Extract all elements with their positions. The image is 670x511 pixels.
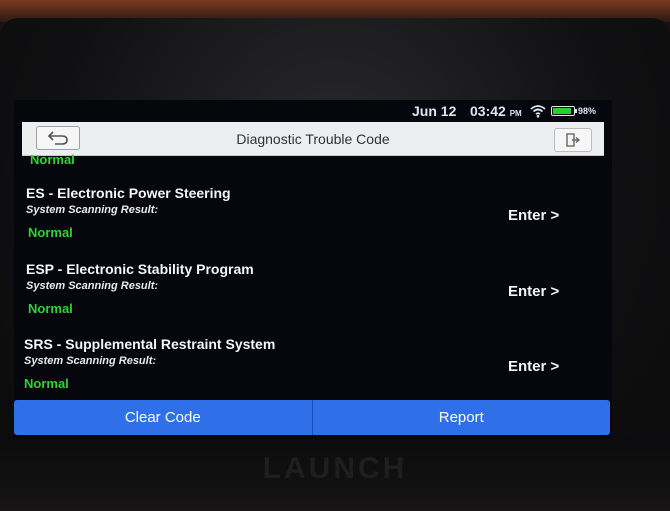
report-button[interactable]: Report	[313, 400, 611, 435]
scan-status: Normal	[28, 225, 73, 240]
page-title: Diagnostic Trouble Code	[236, 131, 390, 147]
device-screen: Jun 12 03:42 PM 98% Diagnostic Trouble C…	[14, 100, 612, 438]
battery-icon	[551, 106, 577, 116]
scan-result-label: System Scanning Result:	[26, 280, 159, 292]
list-item: SRS - Supplemental Restraint System Syst…	[14, 336, 612, 408]
scan-status: Normal	[24, 376, 69, 391]
action-bar: Clear Code Report	[14, 400, 610, 435]
list-item-status-partial: Normal	[30, 152, 75, 167]
enter-button[interactable]: Enter >	[508, 207, 559, 224]
enter-button[interactable]: Enter >	[508, 358, 559, 375]
status-ampm: PM	[509, 109, 522, 118]
clear-code-button[interactable]: Clear Code	[14, 400, 312, 435]
battery-percent: 98%	[578, 106, 597, 116]
exit-icon	[566, 133, 581, 147]
wifi-icon	[530, 105, 546, 118]
system-list: Normal ES - Electronic Power Steering Sy…	[14, 152, 612, 395]
battery-level-fill	[553, 108, 571, 114]
scan-result-label: System Scanning Result:	[26, 204, 159, 216]
scan-result-label: System Scanning Result:	[24, 355, 157, 367]
system-name: ES - Electronic Power Steering	[26, 185, 231, 201]
status-bar: Jun 12 03:42 PM 98%	[14, 100, 612, 122]
system-name: SRS - Supplemental Restraint System	[24, 336, 276, 352]
status-date: Jun 12	[412, 103, 457, 119]
list-item: ES - Electronic Power Steering System Sc…	[14, 185, 612, 257]
enter-button[interactable]: Enter >	[508, 283, 559, 300]
status-time-group: 03:42 PM	[470, 103, 522, 119]
list-item: ESP - Electronic Stability Program Syste…	[14, 261, 612, 333]
title-bar: Diagnostic Trouble Code	[22, 122, 604, 156]
system-name: ESP - Electronic Stability Program	[26, 261, 254, 277]
scan-status: Normal	[28, 301, 73, 316]
battery-tip	[575, 109, 577, 113]
device-brand-logo: LAUNCH	[262, 452, 408, 485]
exit-button[interactable]	[554, 128, 592, 152]
status-time: 03:42	[470, 103, 506, 119]
